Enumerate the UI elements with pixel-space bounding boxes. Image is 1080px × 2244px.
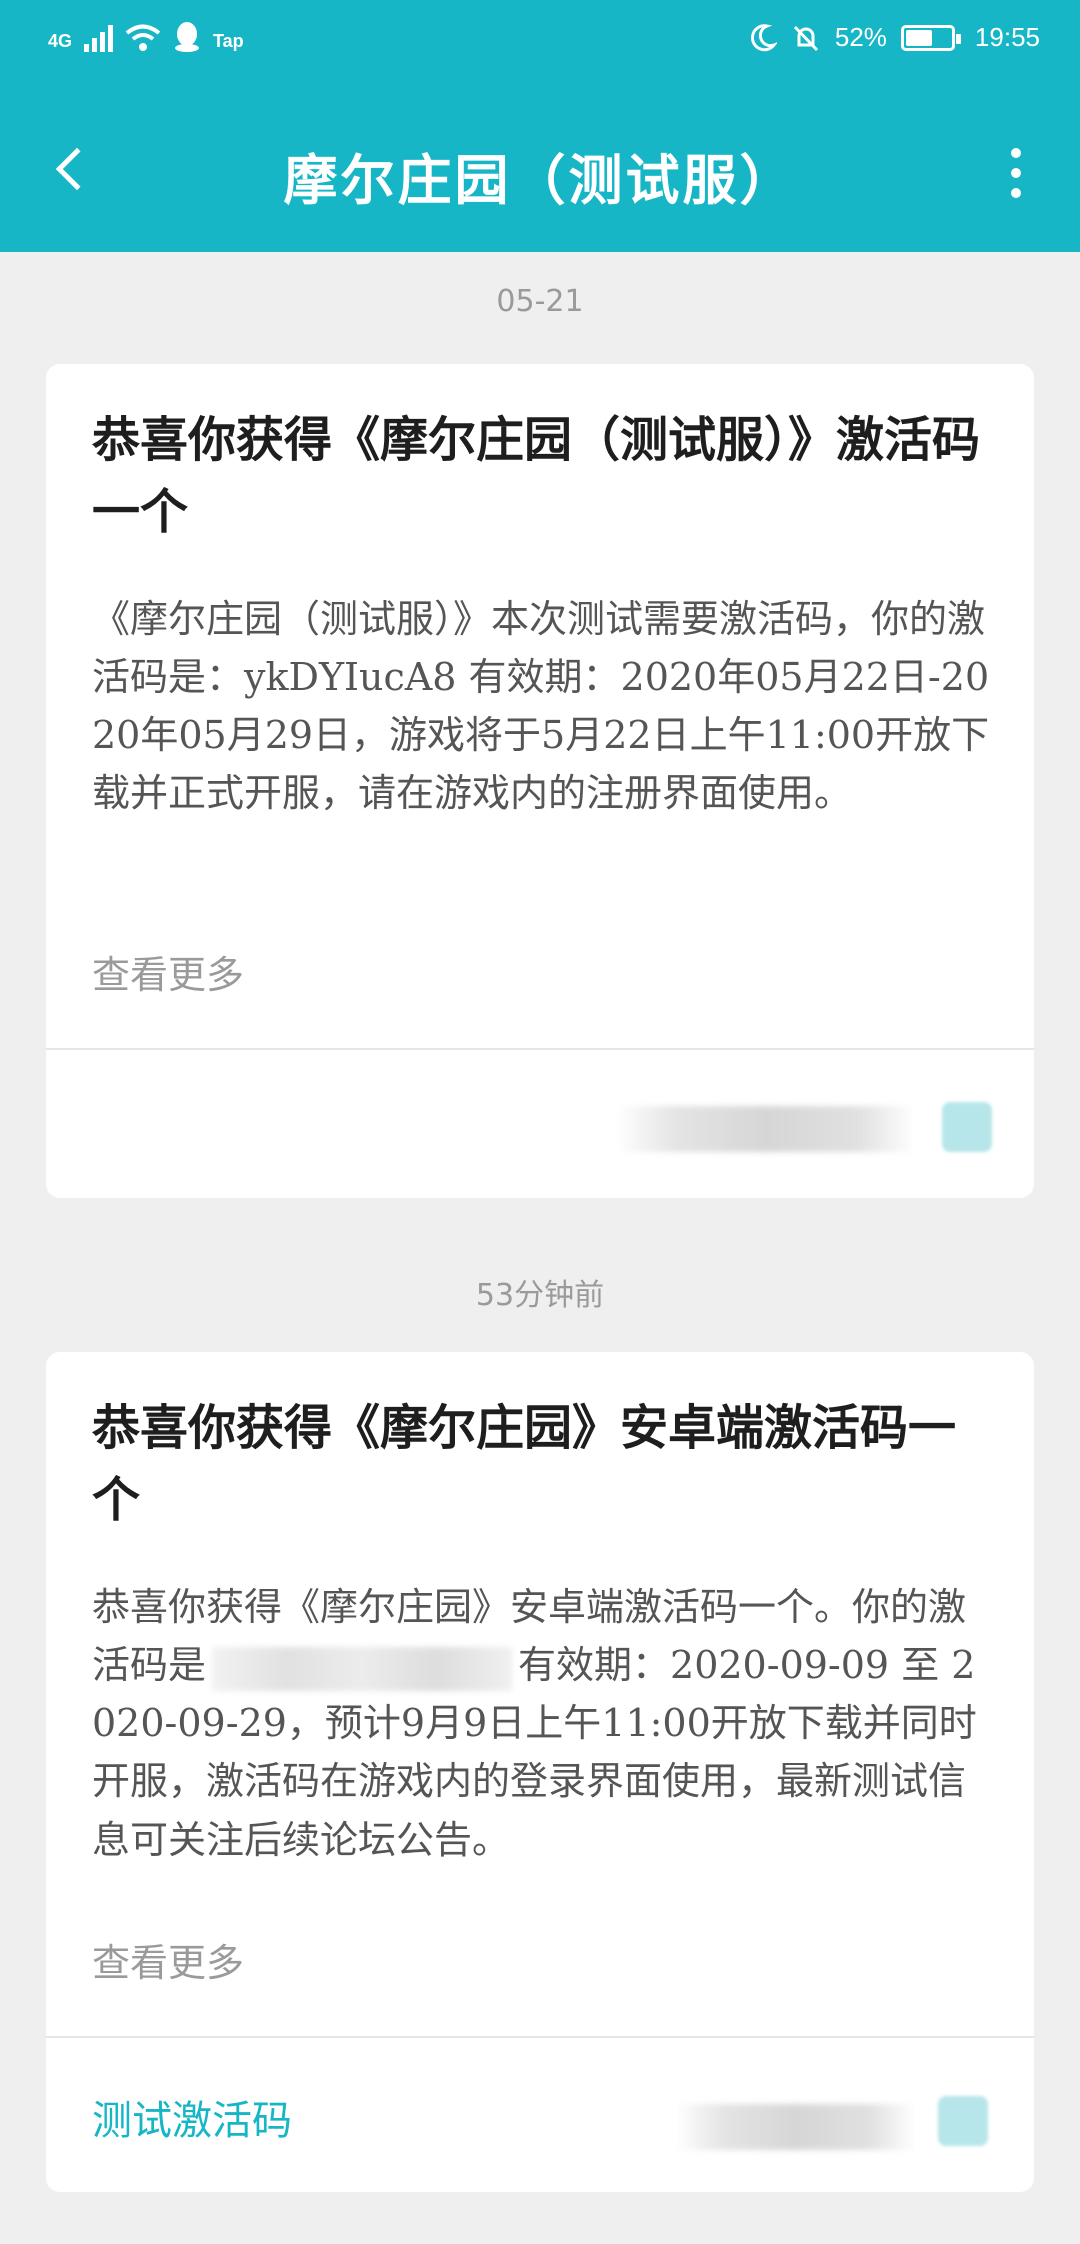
message-tag[interactable]: 测试激活码 — [92, 2088, 292, 2146]
network-type: 4G — [48, 31, 73, 51]
mute-bell-icon — [793, 25, 818, 51]
message-card[interactable]: 恭喜你获得《摩尔庄园（测试服）》激活码一个 《摩尔庄园（测试服）》本次测试需要激… — [46, 364, 1034, 1198]
redacted-source — [676, 2104, 916, 2150]
clock: 19:55 — [974, 22, 1040, 52]
app-icon — [938, 2096, 988, 2146]
message-body: 《摩尔庄园（测试服）》本次测试需要激活码，你的激活码是：ykDYIucA8 有效… — [92, 597, 990, 816]
more-options-button[interactable] — [986, 138, 1046, 208]
moon-icon — [750, 23, 777, 51]
back-button[interactable] — [36, 134, 106, 204]
battery-percent: 52% — [834, 22, 887, 52]
card-divider — [46, 1048, 1034, 1050]
message-title: 恭喜你获得《摩尔庄园（测试服）》激活码一个 — [92, 412, 981, 540]
more-dot-icon — [1011, 168, 1021, 178]
message-title: 恭喜你获得《摩尔庄园》安卓端激活码一个 — [92, 1400, 957, 1528]
redacted-code — [212, 1646, 513, 1691]
qq-icon — [175, 22, 200, 52]
app-icon — [942, 1102, 992, 1152]
view-more-link[interactable]: 查看更多 — [92, 1932, 244, 1987]
tap-label: Tap — [213, 31, 244, 51]
redacted-source — [616, 1106, 916, 1152]
page-title: 摩尔庄园（测试服） — [283, 148, 797, 212]
chevron-left-icon — [55, 147, 99, 191]
message-timestamp: 05-21 — [496, 284, 584, 319]
app-header: 4G Tap 52% 19:55 摩尔庄园（测试服） — [0, 0, 1080, 252]
status-bar: 4G Tap 52% 19:55 — [0, 0, 1080, 84]
view-more-link[interactable]: 查看更多 — [92, 944, 244, 999]
app-bar: 摩尔庄园（测试服） — [0, 84, 1080, 252]
more-dot-icon — [1011, 188, 1021, 198]
wifi-icon — [125, 24, 161, 51]
message-timestamp: 53分钟前 — [475, 1278, 605, 1313]
battery-icon — [900, 24, 961, 51]
signal-icon — [84, 24, 114, 52]
message-card[interactable]: 恭喜你获得《摩尔庄园》安卓端激活码一个 恭喜你获得《摩尔庄园》安卓端激活码一个。… — [46, 1352, 1034, 2192]
more-dot-icon — [1011, 148, 1021, 158]
card-divider — [46, 2036, 1034, 2038]
message-body: 恭喜你获得《摩尔庄园》安卓端激活码一个。你的激活码是 有效期：2020-09-09… — [92, 1578, 998, 1869]
